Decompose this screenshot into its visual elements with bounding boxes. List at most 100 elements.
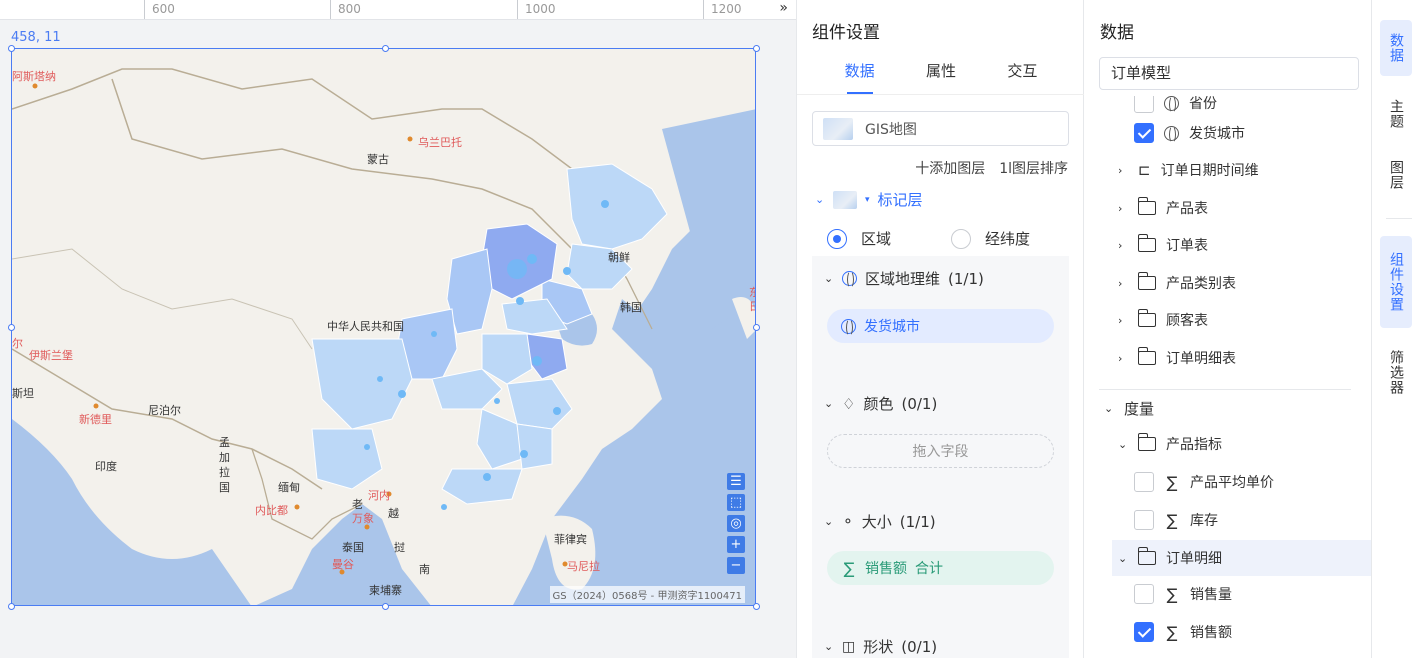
tree-folder-order-detail[interactable]: ⌄ 订单明细	[1118, 543, 1222, 573]
resize-handle-e[interactable]	[753, 324, 760, 331]
tree-item-measure[interactable]: ∑ 销售量	[1134, 579, 1232, 609]
checkbox[interactable]	[1134, 584, 1154, 604]
map-data-point[interactable]	[532, 356, 542, 366]
map-data-point[interactable]	[601, 200, 609, 208]
resize-handle-n[interactable]	[382, 45, 389, 52]
map-data-point[interactable]	[364, 444, 370, 450]
chevron-right-icon[interactable]: ›	[1118, 314, 1128, 327]
tree-item-measure[interactable]: ∑ 库存	[1134, 505, 1218, 535]
add-layer-button[interactable]: 十添加图层	[915, 158, 985, 178]
section-shape[interactable]: ⌄ ◫ 形状 (0/1)	[824, 636, 937, 657]
collapse-panel-icon[interactable]: »	[779, 0, 788, 16]
resize-handle-w[interactable]	[8, 324, 15, 331]
sort-layer-button[interactable]: 1l图层排序	[999, 158, 1068, 178]
locate-icon[interactable]: ◎	[727, 515, 745, 532]
resize-handle-se[interactable]	[753, 603, 760, 610]
color-drop-zone[interactable]: 拖入字段	[827, 434, 1054, 468]
map-data-point[interactable]	[377, 376, 383, 382]
section-region-dim[interactable]: ⌄ 区域地理维 (1/1)	[824, 268, 984, 289]
side-tab-layers[interactable]: 图层	[1380, 150, 1412, 200]
tree-item-measure[interactable]: ∑ 产品平均单价	[1134, 467, 1274, 497]
sigma-icon: ∑	[1166, 584, 1178, 604]
side-tab-component-settings[interactable]: 组件设置	[1380, 236, 1412, 328]
region-field-pill[interactable]: 发货城市	[827, 309, 1054, 343]
radio-region[interactable]	[827, 228, 847, 249]
tree-item-label: 销售量	[1190, 587, 1232, 603]
legend-toggle-icon[interactable]: ☰	[727, 473, 745, 490]
sigma-icon: ∑	[843, 558, 855, 578]
zoom-in-button[interactable]: +	[727, 536, 745, 553]
chevron-down-icon[interactable]: ⌄	[1118, 552, 1128, 565]
tree-folder-order-date[interactable]: › ⊏ 订单日期时间维	[1118, 155, 1259, 185]
map-data-point[interactable]	[527, 254, 537, 264]
map-label: 万象	[352, 512, 374, 525]
map-data-point[interactable]	[563, 267, 571, 275]
city-marker	[93, 403, 99, 409]
checkbox[interactable]	[1134, 96, 1154, 113]
tree-folder[interactable]: › 订单明细表	[1118, 343, 1236, 373]
data-model-select[interactable]: 订单模型	[1099, 57, 1359, 90]
fit-bounds-icon[interactable]: ⬚	[727, 494, 745, 511]
section-size[interactable]: ⌄ ⚬ 大小 (1/1)	[824, 511, 936, 532]
chevron-down-icon[interactable]: ⌄	[1104, 402, 1114, 415]
checkbox[interactable]	[1134, 472, 1154, 492]
resize-handle-sw[interactable]	[8, 603, 15, 610]
map-data-point[interactable]	[494, 398, 500, 404]
resize-handle-s[interactable]	[382, 603, 389, 610]
section-color[interactable]: ⌄ ♢ 颜色 (0/1)	[824, 393, 937, 414]
sigma-icon: ∑	[1166, 510, 1178, 530]
chevron-right-icon[interactable]: ›	[1118, 202, 1128, 215]
side-tab-data[interactable]: 数据	[1380, 20, 1412, 76]
map-data-point[interactable]	[516, 297, 524, 305]
caret-down-icon[interactable]: ▾	[865, 195, 870, 205]
chevron-down-icon[interactable]: ⌄	[824, 397, 834, 410]
gis-map-component[interactable]: 阿斯塔纳 乌兰巴托 蒙古 朝鲜 韩国 中华人民共和国 尔 伊斯兰堡 斯坦 新德里…	[11, 48, 756, 606]
map-type-select[interactable]: GIS地图	[812, 111, 1069, 146]
layer-item-marker[interactable]: ⌄ ▾ 标记层	[815, 189, 923, 210]
checkbox[interactable]	[1134, 622, 1154, 642]
folder-open-icon	[1137, 433, 1156, 451]
tab-properties[interactable]: 属性	[926, 60, 956, 94]
map-data-point[interactable]	[431, 331, 437, 337]
checkbox[interactable]	[1134, 510, 1154, 530]
chevron-right-icon[interactable]: ›	[1118, 239, 1128, 252]
tab-interaction[interactable]: 交互	[1007, 60, 1037, 94]
tree-folder[interactable]: › 产品表	[1118, 193, 1208, 223]
map-data-point[interactable]	[520, 450, 528, 458]
side-tab-theme[interactable]: 主题	[1380, 90, 1412, 138]
tree-folder[interactable]: › 订单表	[1118, 230, 1208, 260]
map-data-point[interactable]	[553, 407, 561, 415]
chevron-right-icon[interactable]: ›	[1118, 164, 1128, 177]
chevron-down-icon[interactable]: ⌄	[815, 193, 825, 206]
tree-folder[interactable]: › 产品类别表	[1118, 268, 1236, 298]
side-tab-bar: 数据 主题 图层 组件设置 筛选器	[1372, 0, 1426, 658]
map-label: 河内	[368, 489, 390, 502]
chevron-down-icon[interactable]: ⌄	[1118, 438, 1128, 451]
tab-data[interactable]: 数据	[845, 60, 875, 94]
chevron-down-icon[interactable]: ⌄	[824, 272, 834, 285]
tree-folder[interactable]: › 顾客表	[1118, 305, 1208, 335]
geo-type-radio-group: 区域 经纬度	[827, 228, 1030, 249]
map-data-point[interactable]	[483, 473, 491, 481]
resize-handle-nw[interactable]	[8, 45, 15, 52]
tree-folder-product-metrics[interactable]: ⌄ 产品指标	[1118, 429, 1222, 459]
map-data-point[interactable]	[441, 504, 447, 510]
map-label: 蒙古	[367, 153, 389, 166]
resize-handle-ne[interactable]	[753, 45, 760, 52]
map-data-point[interactable]	[398, 390, 406, 398]
tree-item-province[interactable]: 省份	[1134, 96, 1217, 118]
chevron-right-icon[interactable]: ›	[1118, 352, 1128, 365]
chevron-right-icon[interactable]: ›	[1118, 277, 1128, 290]
section-count: (1/1)	[899, 512, 936, 531]
chevron-down-icon[interactable]: ⌄	[824, 640, 834, 653]
radio-latlng[interactable]	[951, 228, 972, 249]
checkbox[interactable]	[1134, 123, 1154, 143]
zoom-out-button[interactable]: −	[727, 557, 745, 574]
measures-header[interactable]: ⌄ 度量	[1104, 393, 1154, 423]
tree-item-ship-city[interactable]: 发货城市	[1134, 118, 1245, 148]
chevron-down-icon[interactable]: ⌄	[824, 515, 834, 528]
side-tab-filters[interactable]: 筛选器	[1380, 340, 1412, 404]
size-field-pill[interactable]: ∑ 销售额 合计	[827, 551, 1054, 585]
tree-item-measure[interactable]: ∑ 销售额	[1134, 617, 1232, 647]
map-data-point[interactable]	[507, 259, 527, 279]
